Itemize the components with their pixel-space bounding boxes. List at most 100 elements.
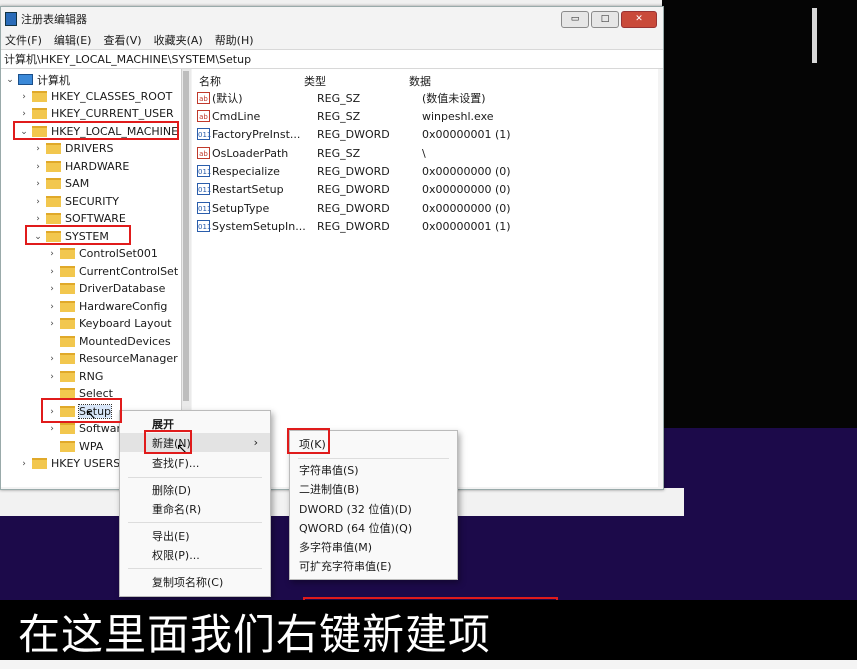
folder-icon xyxy=(32,458,47,469)
chevron-right-icon[interactable]: › xyxy=(19,459,29,469)
submenu-item-key[interactable]: 项(K) xyxy=(290,434,457,453)
value-row[interactable]: ab CmdLine REG_SZ winpeshl.exe xyxy=(197,107,494,125)
tree-item[interactable]: › ControlSet001 xyxy=(47,245,158,262)
caption-part-1: 在这里面我们 xyxy=(18,609,277,659)
folder-icon xyxy=(46,196,61,207)
menu-item-new[interactable]: 新建(N) › xyxy=(120,433,270,452)
tree-item[interactable]: › RNG xyxy=(47,368,103,385)
tree-item[interactable]: › ResourceManager xyxy=(47,350,177,367)
menu-file[interactable]: 文件(F) xyxy=(5,32,42,48)
subtitle-caption: 在这里面我们 右键新建项 xyxy=(18,604,491,659)
menu-item-copy-key-name[interactable]: 复制项名称(C) xyxy=(120,572,270,591)
tree-item[interactable]: › HKEY_CURRENT_USER xyxy=(19,105,174,122)
submenu-item-string-value[interactable]: 字符串值(S) xyxy=(290,460,457,479)
menu-item-find[interactable]: 查找(F)... xyxy=(120,453,270,472)
chevron-right-icon[interactable]: › xyxy=(47,284,57,294)
tree-item-computer[interactable]: ⌄ 计算机 xyxy=(5,71,70,88)
menu-favorites[interactable]: 收藏夹(A) xyxy=(154,32,203,48)
tree-item[interactable]: › Keyboard Layout xyxy=(47,315,171,332)
value-row[interactable]: ab OsLoaderPath REG_SZ \ xyxy=(197,144,426,162)
menu-item-expand[interactable]: 展开 xyxy=(120,414,270,433)
mouse-cursor-icon: ↖ xyxy=(176,441,188,457)
submenu-item-binary-value[interactable]: 二进制值(B) xyxy=(290,479,457,498)
submenu-item-qword-value[interactable]: QWORD (64 位值)(Q) xyxy=(290,518,457,537)
address-path: 计算机\HKEY_LOCAL_MACHINE\SYSTEM\Setup xyxy=(4,53,252,66)
tree-item[interactable]: › CurrentControlSet xyxy=(47,263,178,280)
chevron-right-icon: › xyxy=(253,436,258,449)
value-row[interactable]: 011 Respecialize REG_DWORD 0x00000000 (0) xyxy=(197,162,511,180)
mouse-cursor-icon: ↖ xyxy=(85,407,97,423)
tree-item[interactable]: › HARDWARE xyxy=(33,158,129,175)
tree-item[interactable]: › SOFTWARE xyxy=(33,210,126,227)
chevron-right-icon[interactable]: › xyxy=(33,197,43,207)
context-menu: 展开 新建(N) › 查找(F)... 删除(D) 重命名(R) 导出(E) 权限… xyxy=(119,410,271,597)
menu-edit[interactable]: 编辑(E) xyxy=(54,32,92,48)
folder-icon xyxy=(32,126,47,137)
background-dark-area xyxy=(662,0,857,458)
value-row[interactable]: 011 FactoryPreInst... REG_DWORD 0x00000001 … xyxy=(197,125,511,143)
menu-item-rename[interactable]: 重命名(R) xyxy=(120,499,270,518)
chevron-down-icon[interactable]: ⌄ xyxy=(5,75,15,85)
chevron-right-icon[interactable]: › xyxy=(47,424,57,434)
tree-item[interactable]: › HKEY USERS xyxy=(19,455,120,472)
value-row[interactable]: 011 RestartSetup REG_DWORD 0x00000000 (0) xyxy=(197,180,511,198)
tree-item[interactable]: › SAM xyxy=(33,175,89,192)
close-button[interactable]: ✕ xyxy=(621,10,657,28)
chevron-right-icon[interactable]: › xyxy=(19,109,29,119)
chevron-right-icon[interactable]: › xyxy=(47,319,57,329)
chevron-right-icon[interactable]: › xyxy=(47,249,57,259)
column-header-type[interactable]: 类型 xyxy=(304,73,326,89)
address-bar[interactable]: 计算机\HKEY_LOCAL_MACHINE\SYSTEM\Setup xyxy=(1,49,663,69)
chevron-right-icon[interactable]: › xyxy=(33,214,43,224)
chevron-right-icon[interactable]: › xyxy=(47,302,57,312)
submenu-item-expandable-string-value[interactable]: 可扩充字符串值(E) xyxy=(290,556,457,575)
folder-icon xyxy=(32,91,47,102)
tree-item[interactable]: WPA xyxy=(47,438,103,455)
chevron-right-icon[interactable]: › xyxy=(33,179,43,189)
chevron-right-icon[interactable]: › xyxy=(47,372,57,382)
menu-item-permissions[interactable]: 权限(P)... xyxy=(120,545,270,564)
menu-help[interactable]: 帮助(H) xyxy=(215,32,254,48)
tree-item[interactable]: ⌄ HKEY_LOCAL_MACHINE xyxy=(19,123,178,140)
folder-icon xyxy=(60,248,75,259)
tree-item-setup-selected[interactable]: › Setup xyxy=(47,403,113,420)
column-header-data[interactable]: 数据 xyxy=(409,73,431,89)
tree-item[interactable]: › DriverDatabase xyxy=(47,280,165,297)
folder-icon xyxy=(60,336,75,347)
tree-item[interactable]: › HKEY_CLASSES_ROOT xyxy=(19,88,172,105)
registry-editor-window: 注册表编辑器 ▭ □ ✕ 文件(F) 编辑(E) 查看(V) 收藏夹(A) 帮助… xyxy=(0,6,664,490)
value-row[interactable]: 011 SetupType REG_DWORD 0x00000000 (0) xyxy=(197,199,511,217)
chevron-right-icon[interactable]: › xyxy=(33,162,43,172)
tree-item[interactable]: › DRIVERS xyxy=(33,140,113,157)
folder-icon xyxy=(46,231,61,242)
dword-value-icon: 011 xyxy=(197,128,211,140)
tree-item[interactable]: Select xyxy=(47,385,113,402)
chevron-right-icon[interactable]: › xyxy=(47,407,57,417)
chevron-down-icon[interactable]: ⌄ xyxy=(33,232,43,242)
new-submenu: 项(K) 字符串值(S) 二进制值(B) DWORD (32 位值)(D) QW… xyxy=(289,430,458,580)
menu-view[interactable]: 查看(V) xyxy=(103,32,141,48)
submenu-item-multi-string-value[interactable]: 多字符串值(M) xyxy=(290,537,457,556)
tree-item[interactable]: MountedDevices xyxy=(47,333,171,350)
menu-item-delete[interactable]: 删除(D) xyxy=(120,480,270,499)
folder-icon xyxy=(60,353,75,364)
folder-icon xyxy=(46,143,61,154)
submenu-item-dword-value[interactable]: DWORD (32 位值)(D) xyxy=(290,499,457,518)
tree-item[interactable]: › HardwareConfig xyxy=(47,298,167,315)
tree-item[interactable]: › SECURITY xyxy=(33,193,119,210)
value-row[interactable]: ab (默认) REG_SZ (数值未设置) xyxy=(197,89,486,107)
chevron-down-icon[interactable]: ⌄ xyxy=(19,127,29,137)
scrollbar-thumb[interactable] xyxy=(183,71,189,401)
chevron-right-icon[interactable]: › xyxy=(47,354,57,364)
chevron-right-icon[interactable]: › xyxy=(33,144,43,154)
tree-item[interactable]: ⌄ SYSTEM xyxy=(33,228,109,245)
column-header-name[interactable]: 名称 xyxy=(199,73,221,89)
chevron-right-icon[interactable]: › xyxy=(19,92,29,102)
folder-icon xyxy=(60,283,75,294)
value-row[interactable]: 011 SystemSetupIn... REG_DWORD 0x00000001 (… xyxy=(197,217,511,235)
minimize-button[interactable]: ▭ xyxy=(561,10,589,28)
maximize-button[interactable]: □ xyxy=(591,10,619,28)
chevron-right-icon[interactable]: › xyxy=(47,267,57,277)
menu-item-export[interactable]: 导出(E) xyxy=(120,526,270,545)
folder-icon xyxy=(60,266,75,277)
